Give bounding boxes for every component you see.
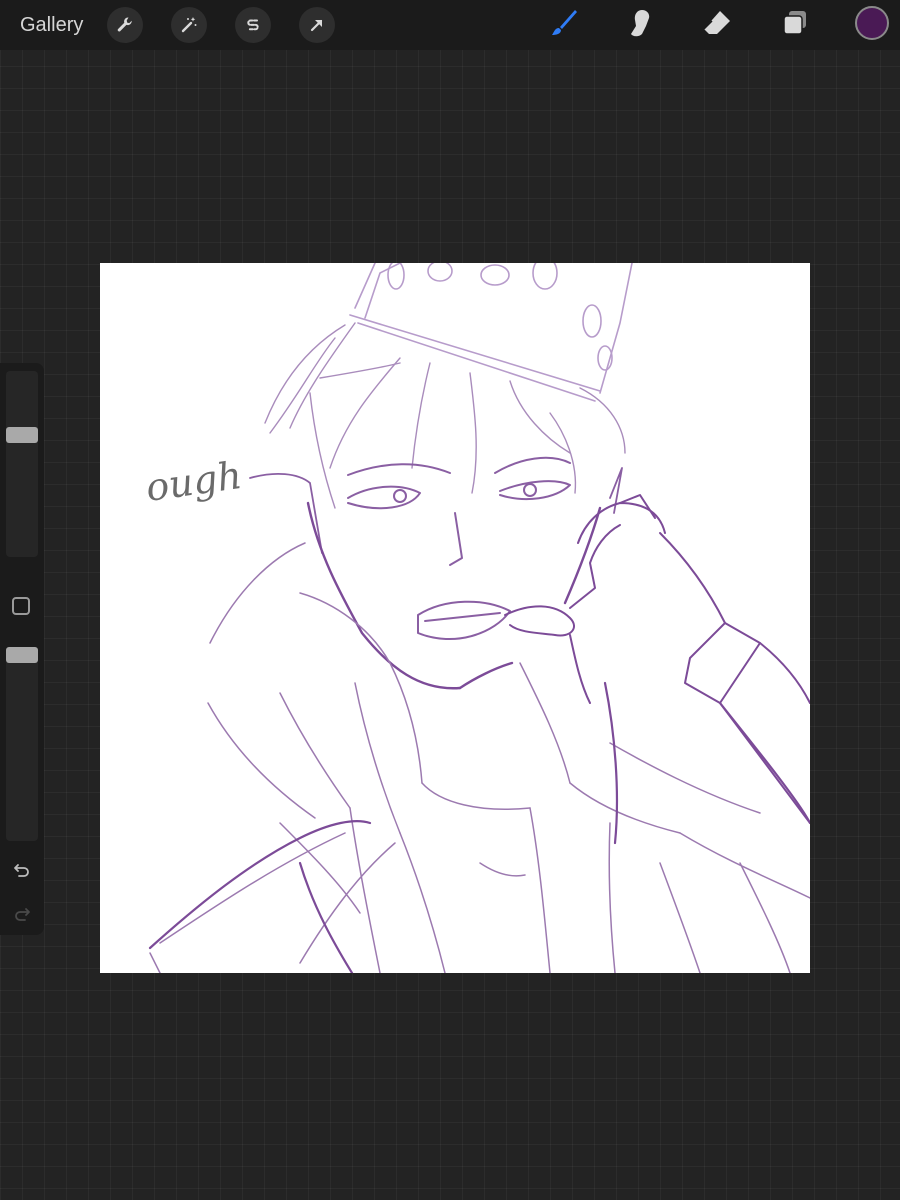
modify-button[interactable] — [12, 597, 30, 615]
sketch-artwork: ough — [143, 263, 810, 973]
opacity-slider-thumb[interactable] — [6, 647, 38, 663]
coat-outline-sketch — [148, 681, 810, 973]
arrow-cursor-icon — [307, 15, 327, 35]
hand-sketch — [504, 494, 810, 824]
ear-sketch — [249, 467, 623, 554]
gallery-button[interactable]: Gallery — [20, 12, 83, 38]
drawing-canvas[interactable]: ough — [100, 263, 810, 973]
smudge-tool-button[interactable] — [619, 7, 659, 43]
eraser-tool-button[interactable] — [697, 7, 737, 43]
clothing-sketch — [149, 542, 810, 973]
hair-sketch — [264, 322, 626, 509]
undo-button[interactable] — [8, 857, 36, 885]
redo-arrow-icon — [12, 903, 32, 928]
layers-icon — [779, 7, 811, 44]
transform-button[interactable] — [299, 7, 335, 43]
brush-tool-button[interactable] — [543, 7, 583, 43]
left-sidebar — [0, 363, 44, 935]
crown-sketch — [349, 263, 633, 402]
brush-icon — [546, 6, 580, 45]
redo-button[interactable] — [8, 901, 36, 929]
brush-size-slider-thumb[interactable] — [6, 427, 38, 443]
undo-arrow-icon — [12, 859, 32, 884]
eraser-icon — [700, 6, 734, 45]
magic-wand-icon — [179, 15, 199, 35]
jaw-sketch — [306, 501, 602, 690]
selection-button[interactable] — [235, 7, 271, 43]
face-sketch — [347, 456, 571, 641]
top-toolbar: Gallery — [0, 0, 900, 50]
adjustments-button[interactable] — [171, 7, 207, 43]
actions-button[interactable] — [107, 7, 143, 43]
handwritten-note: ough — [143, 453, 244, 510]
smudge-finger-icon — [623, 7, 655, 44]
brush-size-slider[interactable] — [6, 371, 38, 557]
opacity-slider[interactable] — [6, 647, 38, 841]
wrench-icon — [115, 15, 135, 35]
layers-button[interactable] — [775, 7, 815, 43]
selection-s-icon — [243, 15, 263, 35]
color-picker-swatch[interactable] — [855, 6, 889, 40]
